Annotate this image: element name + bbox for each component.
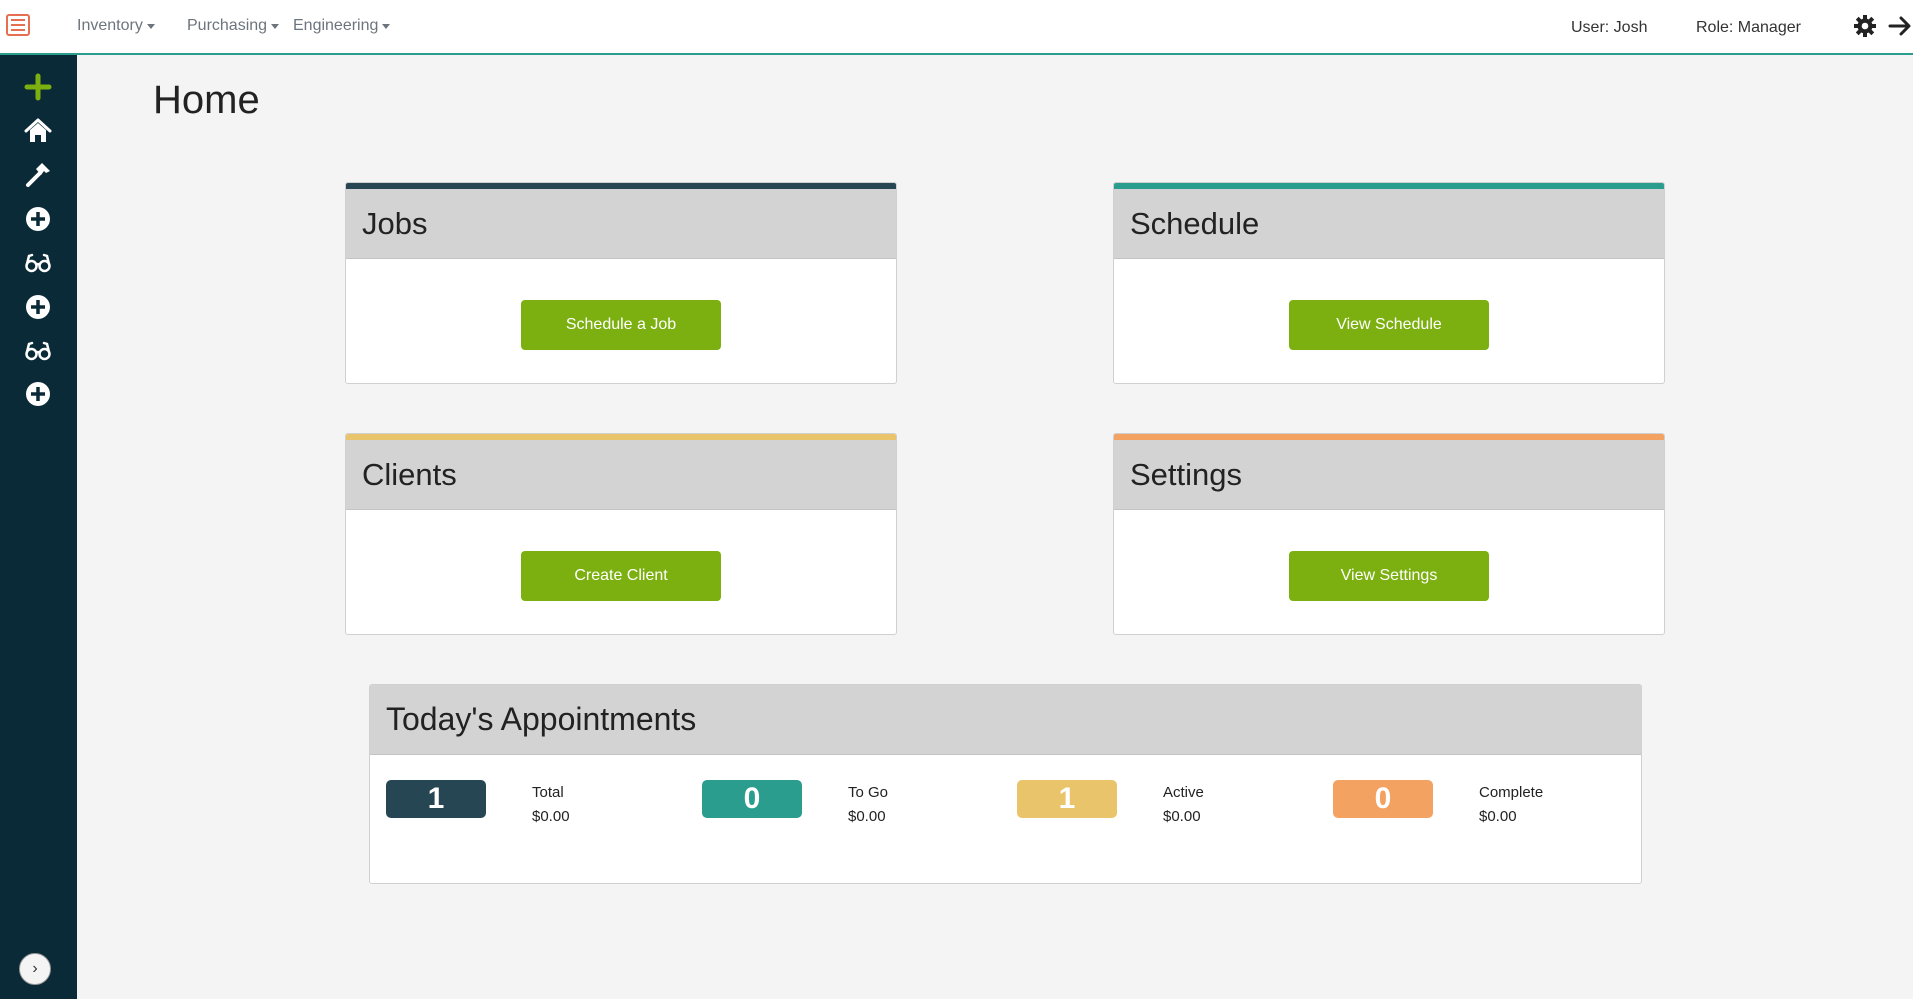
glasses-icon[interactable] bbox=[24, 337, 52, 365]
card-body: View Schedule bbox=[1114, 259, 1664, 383]
caret-down-icon bbox=[271, 23, 280, 29]
plus-circle-icon[interactable] bbox=[24, 205, 52, 233]
active-count-badge: 1 bbox=[1017, 780, 1117, 818]
card-body: Create Client bbox=[346, 510, 896, 634]
card-title: Settings bbox=[1130, 456, 1243, 492]
to-go-amount: $0.00 bbox=[848, 808, 886, 825]
plus-circle-icon[interactable] bbox=[24, 293, 52, 321]
hamburger-menu-icon[interactable] bbox=[6, 14, 30, 36]
card-header: Jobs bbox=[346, 189, 896, 259]
logout-arrow-icon[interactable] bbox=[1888, 14, 1912, 38]
caret-down-icon bbox=[382, 23, 391, 29]
user-role: Role: Manager bbox=[1696, 19, 1801, 36]
schedule-card: Schedule View Schedule bbox=[1113, 182, 1665, 384]
card-header: Settings bbox=[1114, 440, 1664, 510]
appointments-title: Today's Appointments bbox=[386, 701, 697, 737]
sidebar-collapse-button[interactable]: › bbox=[19, 953, 51, 985]
complete-amount: $0.00 bbox=[1479, 808, 1517, 825]
nav-menu-inventory[interactable]: Inventory bbox=[77, 17, 155, 35]
sidebar bbox=[0, 55, 77, 999]
card-title: Clients bbox=[362, 456, 457, 492]
card-header: Clients bbox=[346, 440, 896, 510]
card-title: Jobs bbox=[362, 205, 428, 241]
nav-menu-purchasing[interactable]: Purchasing bbox=[187, 17, 280, 35]
gear-icon[interactable] bbox=[1853, 14, 1877, 38]
settings-card: Settings View Settings bbox=[1113, 433, 1665, 635]
total-count-badge: 1 bbox=[386, 780, 486, 818]
hammer-icon[interactable] bbox=[24, 161, 52, 189]
total-amount: $0.00 bbox=[532, 808, 570, 825]
card-title: Schedule bbox=[1130, 205, 1260, 241]
caret-down-icon bbox=[146, 23, 155, 29]
card-body: Schedule a Job bbox=[346, 259, 896, 383]
active-amount: $0.00 bbox=[1163, 808, 1201, 825]
nav-menu-engineering[interactable]: Engineering bbox=[293, 17, 391, 35]
page-title: Home bbox=[153, 78, 260, 122]
card-body: View Settings bbox=[1114, 510, 1664, 634]
view-settings-button[interactable]: View Settings bbox=[1289, 551, 1489, 601]
plus-icon[interactable] bbox=[24, 73, 52, 101]
complete-count-badge: 0 bbox=[1333, 780, 1433, 818]
nav-menu-label: Purchasing bbox=[187, 17, 268, 34]
chevron-right-icon: › bbox=[32, 960, 38, 977]
active-label: Active bbox=[1163, 784, 1204, 801]
clients-card: Clients Create Client bbox=[345, 433, 897, 635]
schedule-job-button[interactable]: Schedule a Job bbox=[521, 300, 721, 350]
top-navbar: Inventory Purchasing Engineering User: J… bbox=[0, 0, 1913, 55]
to-go-label: To Go bbox=[848, 784, 889, 801]
home-icon[interactable] bbox=[24, 117, 52, 145]
create-client-button[interactable]: Create Client bbox=[521, 551, 721, 601]
plus-circle-icon[interactable] bbox=[24, 380, 52, 408]
appointments-panel: Today's Appointments 1 Total $0.00 0 To … bbox=[369, 684, 1642, 884]
glasses-icon[interactable] bbox=[24, 249, 52, 277]
complete-label: Complete bbox=[1479, 784, 1544, 801]
appointments-header: Today's Appointments bbox=[370, 685, 1641, 755]
user-name: User: Josh bbox=[1571, 19, 1648, 36]
nav-menu-label: Inventory bbox=[77, 17, 143, 34]
jobs-card: Jobs Schedule a Job bbox=[345, 182, 897, 384]
to-go-count-badge: 0 bbox=[702, 780, 802, 818]
card-header: Schedule bbox=[1114, 189, 1664, 259]
nav-menu-label: Engineering bbox=[293, 17, 379, 34]
total-label: Total bbox=[532, 784, 564, 801]
view-schedule-button[interactable]: View Schedule bbox=[1289, 300, 1489, 350]
